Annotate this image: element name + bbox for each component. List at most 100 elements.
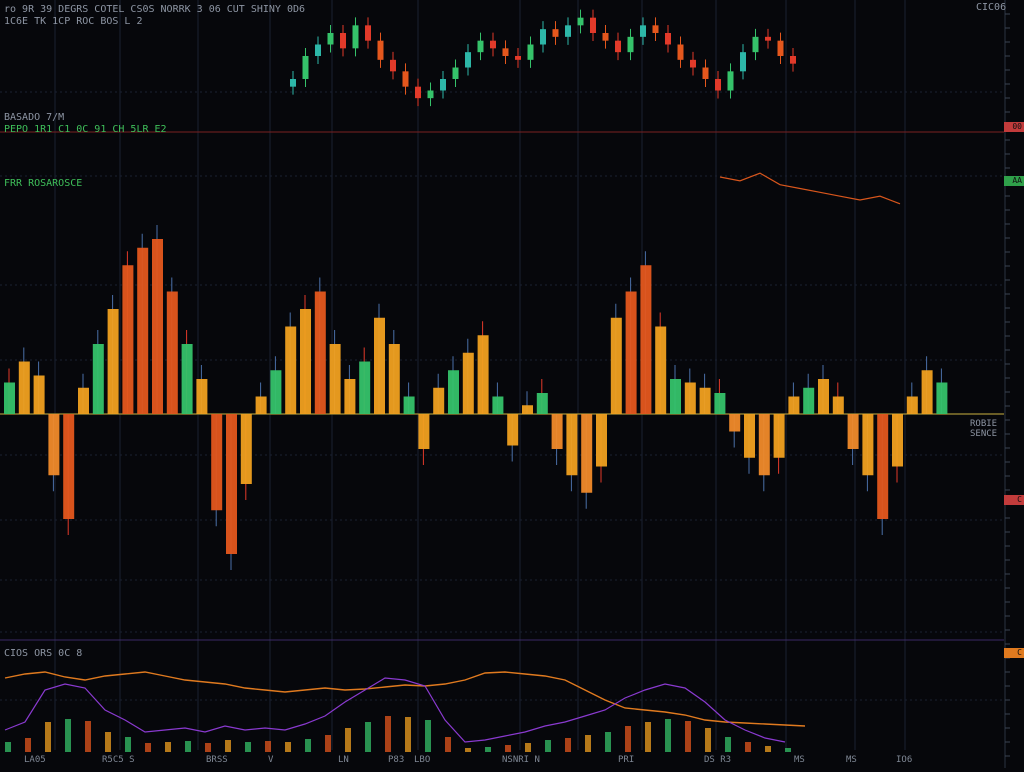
histogram-bar xyxy=(359,361,371,414)
candle-body xyxy=(440,79,446,91)
histogram-bar xyxy=(152,239,163,414)
candle-body xyxy=(752,36,759,53)
histogram-bar xyxy=(462,352,474,414)
volume-bar xyxy=(525,743,531,752)
candle-body xyxy=(727,71,734,91)
volume-bar xyxy=(325,735,331,752)
candle-body xyxy=(452,67,459,79)
histogram-bar xyxy=(300,309,311,414)
histogram-bar xyxy=(610,317,622,414)
price-tag-3: C xyxy=(1004,495,1024,505)
candle-body xyxy=(565,25,571,37)
histogram-bar xyxy=(78,387,89,414)
volume-bar xyxy=(425,720,431,752)
histogram-bar xyxy=(892,414,903,467)
panel-1-title: BASADO 7/M xyxy=(4,112,65,123)
histogram-bar xyxy=(655,326,667,414)
histogram-bar xyxy=(744,414,755,458)
volume-bar xyxy=(5,742,11,752)
candle-body xyxy=(652,25,659,33)
histogram-bar xyxy=(847,414,859,449)
x-tick-9: PRI xyxy=(618,755,635,765)
volume-bar xyxy=(665,719,671,752)
volume-bar xyxy=(565,738,571,752)
volume-bar xyxy=(65,719,71,752)
histogram-bar xyxy=(862,414,874,476)
histogram-bar xyxy=(196,379,208,414)
volume-bar xyxy=(125,737,131,752)
volume-bar xyxy=(465,748,471,752)
histogram-bar xyxy=(240,414,252,484)
histogram-bar xyxy=(477,335,489,414)
volume-bar xyxy=(505,745,511,752)
candle-body xyxy=(490,40,496,49)
panel-2-title: FRR ROSAROSCE xyxy=(4,178,83,189)
candle-body xyxy=(465,52,471,68)
histogram-bar xyxy=(536,393,548,414)
histogram-bar xyxy=(255,396,267,414)
volume-bar xyxy=(445,737,451,752)
volume-bar xyxy=(25,738,31,752)
candle-body xyxy=(390,59,396,72)
histogram-bar xyxy=(137,247,149,414)
volume-bar xyxy=(145,743,151,752)
volume-bar xyxy=(785,748,791,752)
candle-body xyxy=(315,44,321,56)
x-tick-12: MS xyxy=(846,755,857,765)
histogram-bar xyxy=(507,414,519,446)
candle-body xyxy=(602,33,609,41)
x-tick-6: P83 xyxy=(388,755,405,765)
candle-body xyxy=(615,40,621,53)
volume-bar xyxy=(345,728,351,752)
histogram-bar xyxy=(729,414,741,432)
histogram-bar xyxy=(566,414,578,476)
volume-bar xyxy=(225,740,231,752)
histogram-bar xyxy=(492,396,504,414)
candle-body xyxy=(302,56,309,79)
mid-right-label-2: SENCE xyxy=(970,429,998,439)
histogram-bar xyxy=(4,382,15,414)
volume-bar xyxy=(165,742,171,752)
histogram-bar xyxy=(906,396,918,414)
candle-body xyxy=(640,25,646,37)
candle-body xyxy=(327,33,334,45)
histogram-bar xyxy=(818,379,829,414)
histogram-bar xyxy=(433,387,445,414)
volume-bar xyxy=(185,741,191,752)
x-tick-8: NSNRI N xyxy=(502,755,540,765)
histogram-bar xyxy=(285,326,297,414)
candle-body xyxy=(552,29,559,37)
histogram-bar xyxy=(92,344,104,414)
top-right-label: CIC06 xyxy=(976,2,1007,13)
volume-bar xyxy=(685,721,691,752)
candle-body xyxy=(352,25,359,49)
histogram-bar xyxy=(581,414,593,493)
candle-body xyxy=(627,36,634,53)
histogram-bar xyxy=(374,317,385,414)
histogram-bar xyxy=(773,414,785,458)
candle-body xyxy=(665,33,671,45)
histogram-bar xyxy=(596,414,607,467)
candle-body xyxy=(365,25,371,41)
x-tick-5: LN xyxy=(338,755,349,765)
histogram-bar xyxy=(670,379,681,414)
histogram-bar xyxy=(640,265,652,414)
volume-bar xyxy=(285,742,291,752)
histogram-bar xyxy=(448,370,459,414)
chart-canvas[interactable] xyxy=(0,0,1024,768)
histogram-bar xyxy=(803,387,815,414)
histogram-bar xyxy=(226,414,237,554)
histogram-bar xyxy=(329,344,341,414)
volume-bar xyxy=(385,716,391,752)
histogram-bar xyxy=(211,414,223,511)
volume-bar xyxy=(485,747,491,752)
volume-bar xyxy=(105,732,111,752)
volume-bar xyxy=(605,732,611,752)
volume-bar xyxy=(585,735,591,752)
candle-body xyxy=(740,52,746,72)
histogram-bar xyxy=(388,344,400,414)
histogram-bar xyxy=(166,291,178,414)
candle-body xyxy=(790,56,796,64)
volume-bar xyxy=(365,722,371,752)
volume-bar xyxy=(405,717,411,752)
